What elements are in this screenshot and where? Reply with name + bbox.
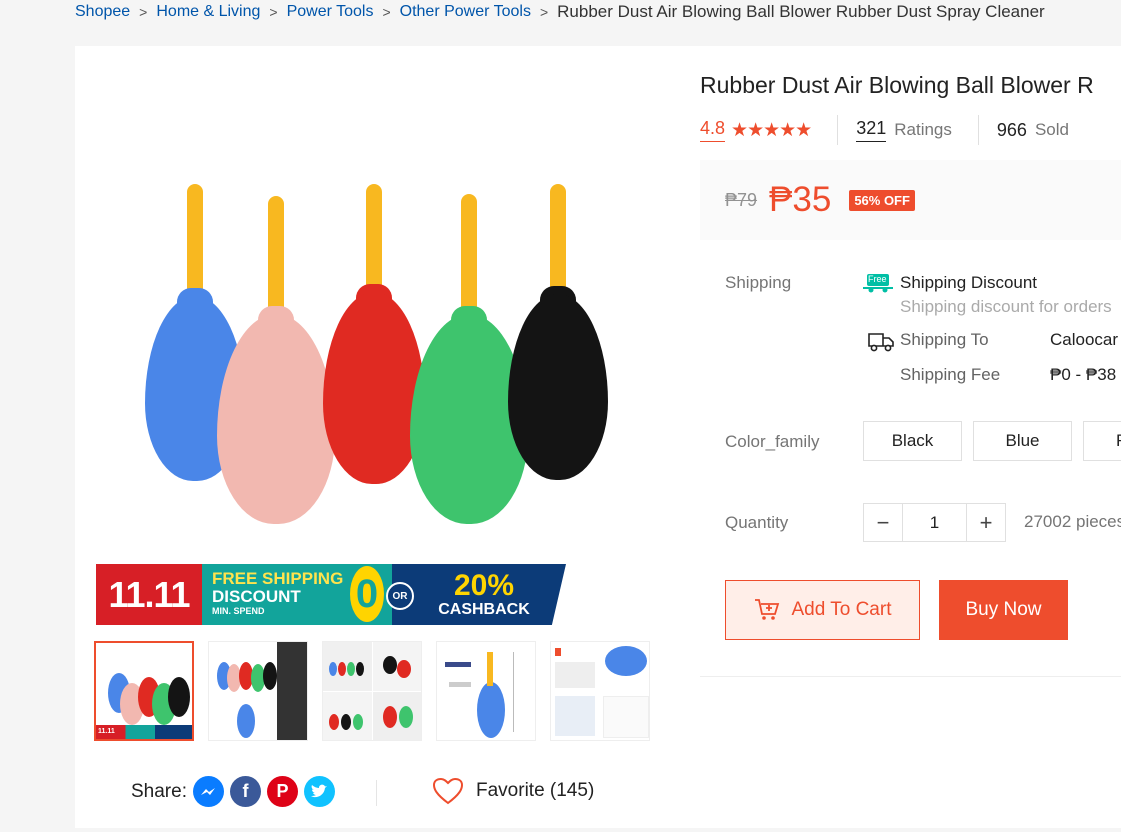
messenger-icon[interactable] (192, 776, 224, 807)
promo-zero: 0 (350, 566, 384, 622)
buy-now-button[interactable]: Buy Now (939, 580, 1068, 640)
breadcrumb-separator: > (139, 4, 148, 20)
breadcrumb-current: Rubber Dust Air Blowing Ball Blower Rubb… (557, 2, 1045, 21)
favorite-button[interactable]: Favorite (145) (432, 777, 594, 805)
quantity-stepper: − 1 + (863, 503, 1006, 542)
option-black[interactable]: Black (863, 421, 962, 461)
ratings-count[interactable]: 321 (856, 118, 887, 142)
breadcrumb-separator: > (382, 4, 391, 20)
shipping-fee-label: Shipping Fee (900, 365, 1001, 384)
truck-icon (867, 330, 895, 359)
breadcrumb-separator: > (539, 4, 549, 20)
quantity-increase-button[interactable]: + (967, 504, 1005, 541)
breadcrumb-link-shopee[interactable]: Shopee (75, 3, 130, 21)
thumbnail-gallery: 11.11 (94, 641, 650, 741)
stock-available: 27002 pieces (1024, 512, 1121, 531)
option-third[interactable]: F (1083, 421, 1121, 461)
quantity-input[interactable]: 1 (902, 504, 967, 541)
add-to-cart-button[interactable]: Add To Cart (725, 580, 920, 640)
promo-or: OR (386, 582, 414, 610)
free-tag: Free (868, 274, 887, 284)
promo-cashback-label: CASHBACK (438, 600, 530, 618)
thumbnail-2[interactable] (208, 641, 308, 741)
price-box: ₱79 ₱35 56% OFF (700, 160, 1121, 240)
shipping-to-value[interactable]: Caloocar (1050, 330, 1118, 350)
thumbnail-1[interactable]: 11.11 (94, 641, 194, 741)
favorite-label: Favorite (145) (476, 780, 595, 801)
current-price: ₱35 (769, 180, 832, 219)
bulb-black (508, 184, 608, 484)
breadcrumb-link-other-power-tools[interactable]: Other Power Tools (400, 3, 531, 21)
twitter-icon[interactable] (303, 776, 335, 807)
option-blue[interactable]: Blue (973, 421, 1072, 461)
promo-banner: 11.11 FREE SHIPPING DISCOUNT MIN. SPEND … (96, 564, 566, 625)
rating-divider (837, 115, 839, 145)
shipping-fee-value: ₱0 - ₱38 (1050, 365, 1117, 384)
variation-label: Color_family (725, 432, 820, 451)
thumbnail-4[interactable] (436, 641, 536, 741)
sold-count: 966 (996, 119, 1027, 140)
section-divider (700, 676, 1121, 677)
breadcrumb-link-power-tools[interactable]: Power Tools (287, 3, 374, 21)
add-to-cart-label: Add To Cart (791, 599, 892, 620)
bulb-pink (217, 196, 335, 526)
shipping-discount-title: Shipping Discount (900, 273, 1038, 292)
product-main-image[interactable] (95, 140, 625, 540)
promo-date: 11.11 (96, 564, 202, 625)
breadcrumb: Shopee > Home & Living > Power Tools > O… (75, 0, 1045, 24)
product-title: Rubber Dust Air Blowing Ball Blower R (700, 72, 1094, 98)
promo-line1: FREE SHIPPING (212, 569, 344, 588)
shipping-label: Shipping (725, 273, 792, 292)
quantity-decrease-button[interactable]: − (864, 504, 902, 541)
quantity-label: Quantity (725, 513, 789, 532)
pinterest-icon[interactable]: P (266, 776, 298, 807)
rating-stars: ★★★★★ (731, 119, 812, 141)
shipping-to-label: Shipping To (900, 330, 989, 349)
breadcrumb-link-home-living[interactable]: Home & Living (156, 3, 260, 21)
promo-line3: MIN. SPEND (212, 606, 265, 616)
sold-divider (977, 115, 979, 145)
facebook-icon[interactable]: f (229, 776, 261, 807)
share-divider (376, 780, 377, 806)
breadcrumb-separator: > (269, 4, 278, 20)
rating-row: 4.8 ★★★★★ 321 Ratings 966 Sold (700, 115, 1069, 145)
share-label: Share: (131, 780, 187, 802)
heart-icon (432, 777, 464, 805)
shipping-discount-sub: Shipping discount for orders (900, 297, 1112, 316)
promo-free-shipping: FREE SHIPPING DISCOUNT MIN. SPEND 0 OR (202, 564, 414, 625)
thumbnail-5[interactable] (550, 641, 650, 741)
promo-percent: 20% (453, 568, 515, 602)
share-row: Share: f P (131, 776, 341, 807)
original-price: ₱79 (725, 189, 758, 210)
sold-label: Sold (1034, 120, 1069, 139)
promo-line2: DISCOUNT (212, 587, 301, 606)
thumbnail-promo-strip: 11.11 (96, 725, 192, 739)
rating-value[interactable]: 4.8 (700, 118, 726, 142)
ratings-label: Ratings (894, 120, 952, 139)
thumbnail-3[interactable] (322, 641, 422, 741)
discount-badge: 56% OFF (849, 189, 915, 211)
cart-add-icon (754, 599, 779, 620)
